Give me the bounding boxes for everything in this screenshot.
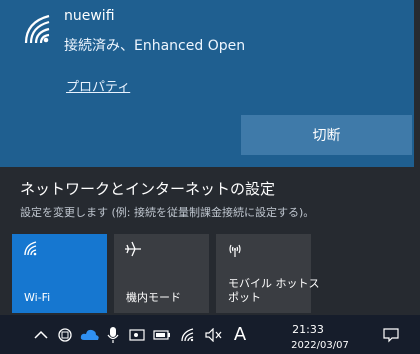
connection-status: 接続済み、Enhanced Open bbox=[64, 38, 246, 54]
volume-icon[interactable] bbox=[204, 315, 224, 354]
quick-action-label: モバイル ホットス ポット bbox=[228, 277, 320, 304]
quick-action-label: 機内モード bbox=[126, 291, 181, 304]
cloud-icon[interactable] bbox=[79, 315, 101, 354]
taskbar: A 21:33 2022/03/07 bbox=[0, 315, 420, 354]
wifi-icon[interactable] bbox=[178, 315, 198, 354]
properties-link[interactable]: プロパティ bbox=[66, 79, 130, 97]
network-settings-description: 設定を変更します (例: 接続を従量制課金接続に設定する)。 bbox=[20, 206, 315, 219]
wifi-icon bbox=[24, 241, 37, 256]
microphone-icon[interactable] bbox=[105, 315, 121, 354]
clock-time[interactable]: 21:33 bbox=[291, 323, 325, 336]
hotspot-icon bbox=[229, 244, 241, 257]
network-settings-link[interactable]: ネットワークとインターネットの設定 bbox=[20, 179, 275, 199]
wifi-icon bbox=[24, 14, 50, 44]
network-name: nuewifi bbox=[64, 8, 115, 24]
network-flyout: nuewifi 接続済み、Enhanced Open プロパティ 切断 ネットワ… bbox=[0, 0, 414, 315]
clock-date[interactable]: 2022/03/07 bbox=[290, 340, 350, 351]
airplane-icon bbox=[125, 241, 141, 257]
quick-action-mobile-hotspot[interactable]: モバイル ホットス ポット bbox=[216, 234, 320, 313]
quick-action-label: Wi-Fi bbox=[24, 291, 51, 304]
connected-network-card[interactable]: nuewifi 接続済み、Enhanced Open プロパティ 切断 bbox=[0, 0, 414, 167]
disconnect-button[interactable]: 切断 bbox=[241, 115, 412, 155]
chevron-up-icon[interactable] bbox=[32, 315, 50, 354]
ime-icon[interactable]: A bbox=[230, 315, 250, 354]
battery-icon[interactable] bbox=[152, 315, 172, 354]
meet-icon[interactable] bbox=[128, 315, 146, 354]
quick-action-airplane-mode[interactable]: 機内モード bbox=[114, 234, 209, 313]
notification-icon[interactable] bbox=[380, 315, 402, 354]
app-icon[interactable] bbox=[56, 315, 74, 354]
quick-action-wifi[interactable]: Wi-Fi bbox=[12, 234, 107, 313]
